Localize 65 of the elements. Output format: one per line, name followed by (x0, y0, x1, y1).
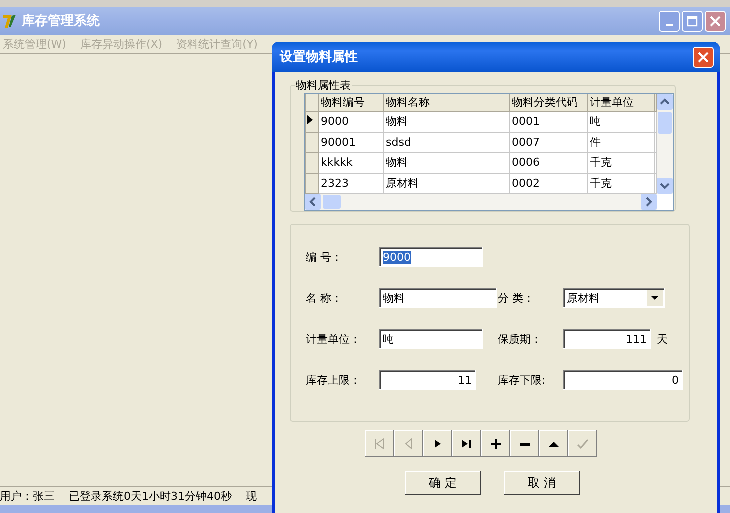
field-label: 库存下限: (498, 372, 547, 388)
current-row-icon (307, 115, 313, 126)
input-field[interactable]: 0 (563, 370, 683, 390)
dialog-button[interactable]: 取 消 (504, 471, 580, 495)
close-icon (710, 16, 721, 26)
table-cell: 0007 (510, 132, 588, 152)
edit-record-button[interactable] (539, 430, 568, 457)
insert-record-button[interactable] (481, 430, 510, 457)
table-cell: 吨 (588, 112, 654, 132)
status-user: 用户：张三 (0, 488, 55, 504)
input-field[interactable]: 9000 (379, 247, 483, 267)
input-field[interactable]: 物料 (379, 288, 497, 308)
close-icon (698, 52, 709, 62)
close-button[interactable] (693, 46, 714, 68)
input-field[interactable]: 111 (563, 329, 651, 349)
row-indicator[interactable] (306, 112, 318, 132)
delete-record-button[interactable] (510, 430, 539, 457)
last-record-button[interactable] (452, 430, 481, 457)
checkmark-icon (576, 438, 590, 450)
scroll-right-icon[interactable] (641, 194, 657, 210)
plus-icon (488, 438, 502, 450)
horizontal-scrollbar[interactable] (305, 194, 657, 210)
group-caption: 物料属性表 (295, 78, 352, 93)
window-title: 库存管理系统 (22, 12, 100, 30)
scroll-thumb[interactable] (323, 195, 341, 209)
input-field[interactable]: 11 (379, 370, 476, 390)
next-record-button[interactable] (423, 430, 452, 457)
table-cell: kkkkk (318, 152, 384, 173)
column-header[interactable]: 物料分类代码 (510, 94, 588, 112)
table-cell: 9000 (318, 112, 384, 132)
table-cell: 物料 (384, 152, 510, 173)
column-header[interactable]: 物料编号 (318, 94, 384, 112)
field-label: 名 称： (306, 290, 344, 306)
column-header[interactable]: 物料名称 (384, 94, 510, 112)
table-cell: 90001 (318, 132, 384, 152)
unit-label: 天 (657, 332, 668, 346)
status-text: 现 (246, 488, 257, 504)
dropdown[interactable]: 原材料 (563, 288, 665, 308)
field-label: 计量单位： (306, 332, 362, 346)
input-field[interactable]: 吨 (379, 329, 483, 349)
field-label: 库存上限： (306, 372, 362, 388)
minimize-icon (666, 24, 673, 26)
field-label: 保质期： (498, 332, 543, 346)
skip-start-icon (372, 438, 386, 450)
skip-end-icon (460, 438, 474, 450)
scroll-left-icon[interactable] (305, 194, 321, 210)
table-cell: 件 (588, 132, 654, 152)
scroll-down-icon[interactable] (657, 178, 673, 194)
column-header[interactable]: 计量单位 (588, 94, 654, 112)
vertical-scrollbar[interactable] (657, 94, 673, 194)
app-icon (2, 13, 18, 29)
table-cell: sdsd (384, 132, 510, 152)
table-cell: 物料 (384, 112, 510, 132)
table-cell: 0001 (510, 112, 588, 132)
table-cell: 0006 (510, 152, 588, 173)
field-label: 编 号： (306, 250, 344, 264)
scroll-thumb[interactable] (658, 112, 672, 134)
selected-text: 9000 (383, 250, 411, 264)
status-session-time: 已登录系统0天1小时31分钟40秒 (69, 488, 232, 504)
dialog-title: 设置物料属性 (280, 49, 358, 66)
table-cell: 千克 (588, 152, 654, 173)
field-label: 分 类： (498, 290, 536, 306)
maximize-icon (687, 16, 698, 26)
scroll-up-icon[interactable] (657, 94, 673, 110)
dialog-button[interactable]: 确 定 (405, 471, 481, 495)
